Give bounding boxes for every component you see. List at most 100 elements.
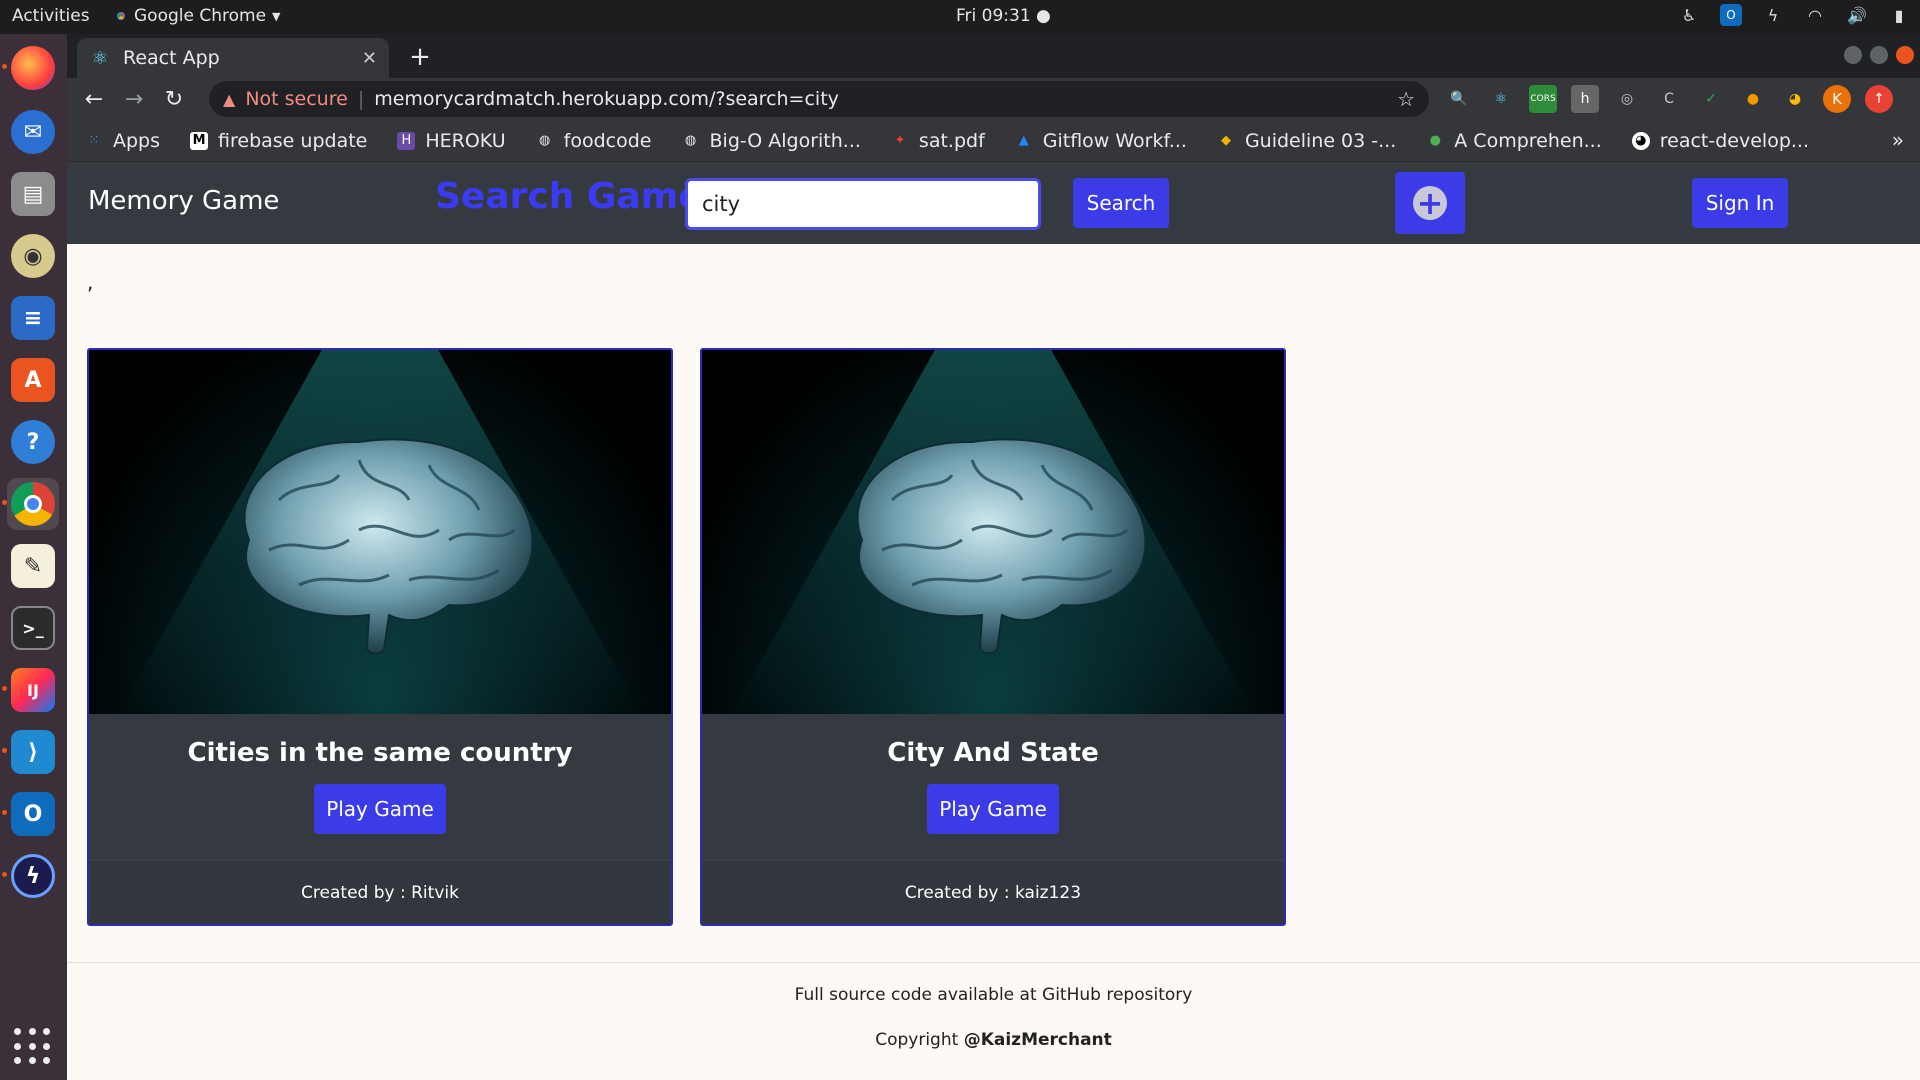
reload-icon[interactable]: ↻ <box>159 84 189 114</box>
color-extension-icon[interactable]: ◕ <box>1781 85 1809 113</box>
bookmark-gitflow[interactable]: ▲ Gitflow Workf... <box>1015 130 1187 152</box>
forward-arrow-icon[interactable]: → <box>119 84 149 114</box>
running-indicator <box>2 810 7 815</box>
text-editor-icon: ✎ <box>11 544 55 588</box>
files-icon: ▤ <box>11 172 55 216</box>
bookmarks-bar: ⁙ Apps M firebase update H HEROKU ◍ food… <box>67 120 1920 162</box>
dock-firefox[interactable] <box>7 42 59 94</box>
dock-text-editor[interactable]: ✎ <box>7 540 59 592</box>
close-icon[interactable]: ✕ <box>362 48 377 69</box>
dock-chrome[interactable] <box>7 478 59 530</box>
dock-help[interactable]: ? <box>7 416 59 468</box>
app-menu[interactable]: Google Chrome ▼ <box>114 6 281 26</box>
bookmark-label: foodcode <box>563 129 652 152</box>
dock-writer[interactable]: ≡ <box>7 292 59 344</box>
search-input[interactable] <box>685 178 1041 230</box>
running-indicator <box>2 748 7 753</box>
accessibility-icon[interactable]: ♿ <box>1678 4 1700 26</box>
source-code-note: Full source code available at GitHub rep… <box>794 985 1193 1005</box>
bookmark-label: A Comprehen... <box>1454 129 1602 152</box>
inbox-extension-icon[interactable]: ✓ <box>1697 85 1725 113</box>
dock-outlook[interactable]: O <box>7 788 59 840</box>
dock-thunderbird[interactable]: ✉ <box>7 106 59 158</box>
clock[interactable]: Fri 09:31 ● <box>956 6 1051 26</box>
dock-terminal[interactable]: >_ <box>7 602 59 654</box>
more-bookmarks-icon[interactable]: » <box>1892 128 1904 152</box>
bookmark-guideline[interactable]: ◆ Guideline 03 -... <box>1217 130 1396 152</box>
intellij-icon: IJ <box>11 668 55 712</box>
running-indicator <box>2 500 7 505</box>
volume-icon[interactable]: 🔊 <box>1846 4 1868 26</box>
github-icon: ◕ <box>1631 131 1650 150</box>
zulip-tray-icon[interactable]: ϟ <box>1762 4 1784 26</box>
back-arrow-icon[interactable]: ← <box>79 84 109 114</box>
record-extension-icon[interactable]: ● <box>1739 85 1767 113</box>
add-game-button[interactable]: + <box>1395 172 1465 234</box>
globe-icon: ◍ <box>684 133 697 148</box>
bookmark-react-develop[interactable]: ◕ react-develop... <box>1631 130 1809 152</box>
running-indicator <box>2 686 7 691</box>
copyright-prefix: Copyright <box>875 1030 964 1050</box>
cors-extension-icon[interactable]: CORS <box>1529 85 1557 113</box>
game-title: City And State <box>887 738 1099 768</box>
new-tab-button[interactable]: + <box>405 42 435 72</box>
dock-rhythmbox[interactable]: ◉ <box>7 230 59 282</box>
address-bar[interactable]: ▲ Not secure | memorycardmatch.herokuapp… <box>209 81 1429 117</box>
dock-software[interactable]: A <box>7 354 59 406</box>
game-title: Cities in the same country <box>187 738 573 768</box>
help-icon: ? <box>11 420 55 464</box>
dock-files[interactable]: ▤ <box>7 168 59 220</box>
dock-zulip[interactable]: ϟ <box>7 850 59 902</box>
creator-text: Created by : kaiz123 <box>702 860 1284 924</box>
bookmark-firebase-update[interactable]: M firebase update <box>190 130 367 152</box>
dock-intellij[interactable]: IJ <box>7 664 59 716</box>
atlassian-icon: ▲ <box>1018 133 1029 148</box>
wifi-icon[interactable]: ◠ <box>1804 4 1826 26</box>
bookmark-foodcode[interactable]: ◍ foodcode <box>536 130 652 152</box>
stray-text: , <box>87 270 94 294</box>
fingerprint-icon[interactable]: ◎ <box>1613 85 1641 113</box>
outlook-tray-icon[interactable]: O <box>1720 4 1742 26</box>
warning-icon: ▲ <box>223 89 236 109</box>
minimize-button[interactable] <box>1844 46 1862 64</box>
copyright-handle: @KaizMerchant <box>963 1030 1112 1050</box>
security-label[interactable]: Not secure <box>245 88 348 110</box>
heroku-icon: H <box>397 131 416 150</box>
pdf-icon: ✦ <box>894 133 906 148</box>
search-icon[interactable]: 🔍 <box>1445 85 1473 113</box>
profile-avatar[interactable]: K <box>1823 85 1851 113</box>
system-top-bar: Activities Google Chrome ▼ Fri 09:31 ● ♿… <box>0 0 1920 34</box>
bookmark-heroku[interactable]: H HEROKU <box>397 130 506 152</box>
bookmark-star-icon[interactable]: ☆ <box>1397 87 1415 111</box>
vscode-icon: ⟩ <box>11 730 55 774</box>
brand-link[interactable]: Memory Game <box>88 186 279 216</box>
bookmark-big-o[interactable]: ◍ Big-O Algorith... <box>682 130 861 152</box>
maximize-button[interactable] <box>1870 46 1888 64</box>
bookmark-comprehensive[interactable]: ● A Comprehen... <box>1426 129 1602 152</box>
play-game-button[interactable]: Play Game <box>314 784 446 834</box>
show-applications-icon[interactable] <box>14 1028 52 1066</box>
play-game-button[interactable]: Play Game <box>927 784 1059 834</box>
bookmark-sat-pdf[interactable]: ✦ sat.pdf <box>891 129 985 152</box>
running-indicator <box>2 64 7 69</box>
card-body: Cities in the same country Play Game <box>89 714 671 862</box>
zulip-icon: ϟ <box>11 854 55 898</box>
h-extension-icon[interactable]: h <box>1571 85 1599 113</box>
update-icon[interactable]: ↑ <box>1865 85 1893 113</box>
leaf-icon: ● <box>1429 133 1441 148</box>
tab-strip: ⚛ React App ✕ + <box>67 34 1920 78</box>
react-devtools-icon[interactable]: ⚛ <box>1487 85 1515 113</box>
battery-icon[interactable]: ▮ <box>1888 4 1910 26</box>
game-card: Cities in the same country Play Game Cre… <box>87 348 673 926</box>
dock: ✉ ▤ ◉ ≡ A ? ✎ >_ IJ ⟩ O ϟ <box>0 34 67 1080</box>
close-window-button[interactable] <box>1896 46 1914 64</box>
c-extension-icon[interactable]: C <box>1655 85 1683 113</box>
dock-vscode[interactable]: ⟩ <box>7 726 59 778</box>
bookmark-apps[interactable]: ⁙ Apps <box>85 130 160 152</box>
sign-in-button[interactable]: Sign In <box>1692 178 1788 228</box>
tab-react-app[interactable]: ⚛ React App ✕ <box>77 38 389 78</box>
search-button[interactable]: Search <box>1073 178 1169 228</box>
activities-button[interactable]: Activities <box>12 6 90 26</box>
url-text[interactable]: memorycardmatch.herokuapp.com/?search=ci… <box>374 88 839 110</box>
bookmark-label: sat.pdf <box>918 129 985 152</box>
